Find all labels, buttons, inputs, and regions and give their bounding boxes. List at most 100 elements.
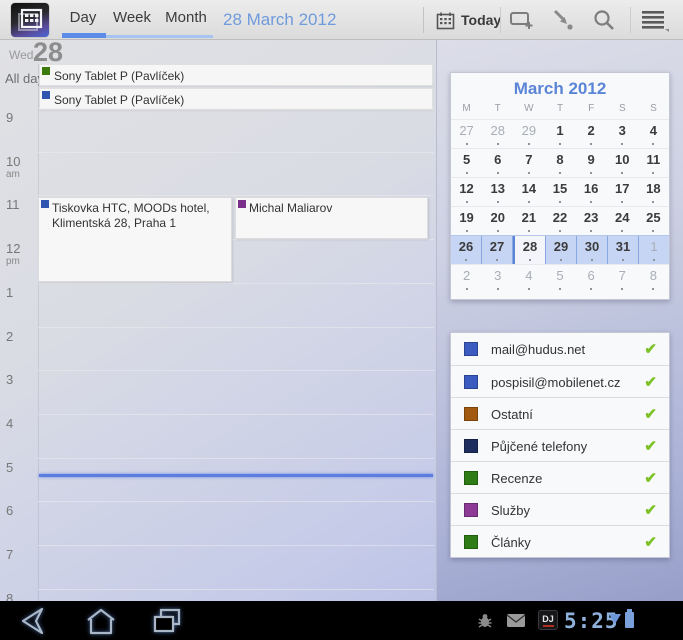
- overflow-menu-button[interactable]: [636, 0, 672, 40]
- calendar-list-row[interactable]: Ostatní ✔: [451, 397, 669, 429]
- event-block-maliarov[interactable]: Michal Maliarov: [235, 197, 428, 239]
- event-dot: [529, 259, 531, 261]
- day-number: 26: [451, 239, 481, 254]
- grid-line: [38, 545, 434, 546]
- mini-calendar-day-selected[interactable]: 28: [513, 236, 546, 264]
- calendar-visible-check-icon[interactable]: ✔: [644, 373, 657, 391]
- all-day-event[interactable]: Sony Tablet P (Pavlíček): [39, 64, 433, 86]
- calendar-visible-check-icon[interactable]: ✔: [644, 405, 657, 423]
- event-block-tiskovka[interactable]: Tiskovka HTC, MOODs hotel, Klimentská 28…: [38, 197, 232, 282]
- calendar-list-row[interactable]: Půjčené telefony ✔: [451, 429, 669, 461]
- mini-calendar-day[interactable]: 26: [451, 236, 482, 264]
- mini-calendar-day[interactable]: 2: [576, 120, 607, 148]
- day-view-grid[interactable]: Wed 28 All day Sony Tablet P (Pavlíček) …: [0, 40, 437, 601]
- calendar-visible-check-icon[interactable]: ✔: [644, 340, 657, 358]
- mini-calendar-day[interactable]: 5: [544, 265, 575, 293]
- mini-calendar-day[interactable]: 6: [482, 149, 513, 177]
- mini-calendar-day[interactable]: 20: [482, 207, 513, 235]
- new-event-button[interactable]: [504, 0, 540, 40]
- calendar-list-row[interactable]: pospisil@mobilenet.cz✔: [451, 365, 669, 397]
- mini-calendar-day[interactable]: 18: [638, 178, 669, 206]
- mini-calendar-day[interactable]: 29: [513, 120, 544, 148]
- mini-calendar-day[interactable]: 4: [513, 265, 544, 293]
- mini-calendar-day[interactable]: 3: [607, 120, 638, 148]
- event-title: Michal Maliarov: [249, 201, 423, 216]
- calendar-name: Ostatní: [491, 407, 533, 422]
- mini-calendar-day[interactable]: 7: [607, 265, 638, 293]
- tab-month[interactable]: Month: [158, 0, 214, 33]
- mini-calendar-day[interactable]: 15: [544, 178, 575, 206]
- mini-calendar-day[interactable]: 21: [513, 207, 544, 235]
- action-bar: Day Week Month 28 March 2012 Today: [0, 0, 683, 40]
- event-dot: [528, 143, 530, 145]
- weekday-header: S: [607, 103, 638, 119]
- calendar-visible-check-icon[interactable]: ✔: [644, 437, 657, 455]
- mini-calendar-day[interactable]: 6: [576, 265, 607, 293]
- mini-calendar-day[interactable]: 8: [544, 149, 575, 177]
- mini-calendar-day[interactable]: 14: [513, 178, 544, 206]
- mini-calendar-day[interactable]: 12: [451, 178, 482, 206]
- calendar-list-row[interactable]: mail@hudus.net✔: [451, 333, 669, 365]
- mini-calendar-day[interactable]: 30: [577, 236, 608, 264]
- tab-week[interactable]: Week: [106, 0, 158, 33]
- tab-day[interactable]: Day: [60, 0, 106, 33]
- weekday-header: T: [544, 103, 575, 119]
- calendar-app-icon[interactable]: [11, 3, 49, 37]
- calendar-visible-check-icon[interactable]: ✔: [644, 469, 657, 487]
- calendar-color-swatch: [464, 503, 478, 517]
- today-button[interactable]: Today: [428, 0, 509, 40]
- mini-calendar-day[interactable]: 9: [576, 149, 607, 177]
- mini-calendar-day[interactable]: 7: [513, 149, 544, 177]
- calendar-name: Půjčené telefony: [491, 439, 587, 454]
- home-button[interactable]: [78, 605, 128, 637]
- weekday-header: W: [513, 103, 544, 119]
- mini-calendar-day[interactable]: 19: [451, 207, 482, 235]
- mini-calendar-day[interactable]: 10: [607, 149, 638, 177]
- calendar-list-row[interactable]: Recenze✔: [451, 461, 669, 493]
- mini-calendar-day[interactable]: 5: [451, 149, 482, 177]
- mini-calendar-day[interactable]: 13: [482, 178, 513, 206]
- event-dot: [496, 259, 498, 261]
- arrow-select-button[interactable]: [546, 0, 582, 40]
- mini-calendar-day[interactable]: 24: [607, 207, 638, 235]
- event-color-marker: [42, 67, 50, 75]
- event-dot: [652, 230, 654, 232]
- mini-calendar-day[interactable]: 2: [451, 265, 482, 293]
- calendar-color-swatch: [464, 407, 478, 421]
- calendar-list-row[interactable]: Služby✔: [451, 493, 669, 525]
- mini-calendar-day[interactable]: 28: [482, 120, 513, 148]
- mini-calendar-day[interactable]: 1: [544, 120, 575, 148]
- event-dot: [590, 172, 592, 174]
- event-dot: [591, 259, 593, 261]
- all-day-event[interactable]: Sony Tablet P (Pavlíček): [39, 88, 433, 110]
- day-number: 17: [607, 181, 638, 196]
- day-number: 29: [546, 239, 576, 254]
- search-icon: [591, 7, 617, 33]
- search-button[interactable]: [586, 0, 622, 40]
- recents-button[interactable]: [144, 605, 194, 637]
- calendar-list-row[interactable]: Články✔: [451, 525, 669, 557]
- calendar-visible-check-icon[interactable]: ✔: [644, 533, 657, 551]
- mini-calendar-day[interactable]: 16: [576, 178, 607, 206]
- event-dot: [652, 288, 654, 290]
- mini-calendar-day[interactable]: 22: [544, 207, 575, 235]
- mini-calendar[interactable]: March 2012 MTWTFSS 272829123456789101112…: [450, 72, 670, 300]
- event-dot: [652, 201, 654, 203]
- mini-calendar-day[interactable]: 25: [638, 207, 669, 235]
- mini-calendar-day[interactable]: 17: [607, 178, 638, 206]
- new-event-icon: [509, 9, 535, 31]
- calendar-visible-check-icon[interactable]: ✔: [644, 501, 657, 519]
- mini-calendar-day[interactable]: 11: [638, 149, 669, 177]
- mini-calendar-day[interactable]: 29: [546, 236, 577, 264]
- mini-calendar-day[interactable]: 1: [639, 236, 669, 264]
- mini-calendar-day[interactable]: 23: [576, 207, 607, 235]
- mini-calendar-day[interactable]: 8: [638, 265, 669, 293]
- mini-calendar-day[interactable]: 27: [482, 236, 513, 264]
- event-dot: [497, 172, 499, 174]
- mini-calendar-day[interactable]: 27: [451, 120, 482, 148]
- mini-calendar-day[interactable]: 31: [608, 236, 639, 264]
- back-button[interactable]: [12, 605, 62, 637]
- mini-calendar-day[interactable]: 3: [482, 265, 513, 293]
- event-dot: [622, 259, 624, 261]
- mini-calendar-day[interactable]: 4: [638, 120, 669, 148]
